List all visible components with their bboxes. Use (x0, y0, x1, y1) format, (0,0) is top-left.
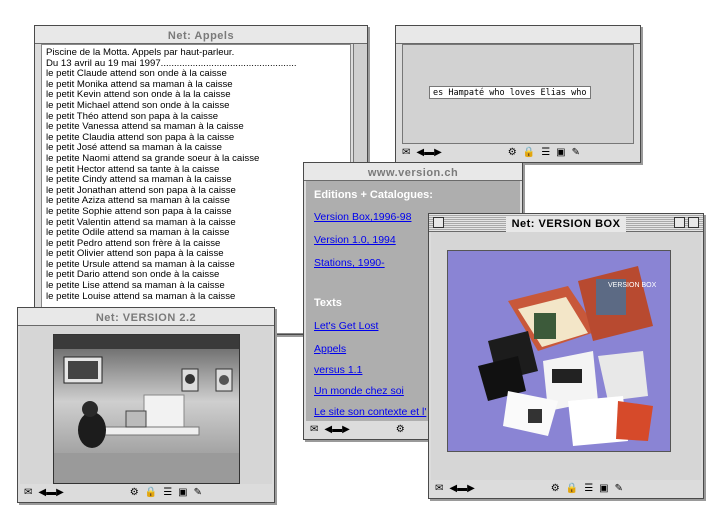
link-versus[interactable]: versus 1.1 (314, 364, 362, 376)
versionbox-window[interactable]: Net: VERSION BOX VERSION BOX ✉ ◀▬▶ ⚙ 🔒 ☰ ▣ ✎ (428, 213, 704, 499)
marquee-text: es Hampaté who loves Elias who (429, 86, 591, 99)
bookmark-icon[interactable]: ▣ (556, 147, 565, 158)
version22-titlebar[interactable]: Net: VERSION 2.2 (18, 308, 274, 326)
edit-icon[interactable]: ✎ (615, 483, 623, 494)
appels-header-line: Piscine de la Motta. Appels par haut-par… (46, 47, 235, 58)
appels-lines: le petit Claude attend son onde à la cai… (46, 69, 342, 302)
link-lets-get-lost[interactable]: Let's Get Lost (314, 320, 378, 332)
security-icon[interactable]: 🔒 (523, 147, 535, 158)
editions-heading: Editions + Catalogues: (314, 189, 433, 201)
edit-icon[interactable]: ✎ (194, 487, 202, 498)
appels-line: le petit Michael attend son onde à la ca… (46, 99, 230, 111)
network-icon[interactable]: ⚙ (508, 147, 517, 158)
mail-icon[interactable]: ✉ (24, 487, 32, 498)
gallery-photo-image (54, 335, 239, 483)
mail-icon[interactable]: ✉ (310, 424, 318, 435)
bookmark-icon[interactable]: ▣ (599, 483, 608, 494)
zoom-box-icon[interactable] (674, 217, 685, 228)
edit-icon[interactable]: ✎ (572, 147, 580, 158)
connection-icon: ◀▬▶ (449, 483, 475, 494)
versionbox-title: Net: VERSION BOX (505, 216, 627, 233)
marquee-window[interactable]: es Hampaté who loves Elias who ✉ ◀▬▶ ⚙ 🔒 ☰ ▣ ✎ (395, 25, 641, 163)
texts-heading: Texts (314, 297, 342, 309)
security-icon[interactable]: 🔒 (566, 483, 578, 494)
mail-icon[interactable]: ✉ (402, 147, 410, 158)
version22-title: Net: VERSION 2.2 (95, 312, 197, 324)
appels-title: Net: Appels (167, 30, 235, 42)
box-photo-image: VERSION BOX (448, 251, 670, 451)
version-ch-title: www.version.ch (367, 167, 459, 179)
gallery-photo (53, 334, 240, 484)
connection-icon: ◀▬▶ (324, 424, 350, 435)
link-le-site[interactable]: Le site son contexte et l' (314, 406, 426, 418)
news-icon[interactable]: ☰ (584, 483, 593, 494)
network-icon[interactable]: ⚙ (396, 424, 405, 435)
link-version-box[interactable]: Version Box,1996-98 (314, 211, 411, 223)
box-lid-label: VERSION BOX (608, 282, 657, 289)
appels-line: le petite Sophie attend son papa à la ca… (46, 205, 232, 217)
appels-text: Piscine de la Motta. Appels par haut-par… (46, 47, 342, 302)
connection-icon: ◀▬▶ (38, 487, 64, 498)
close-box-icon[interactable] (433, 217, 444, 228)
appels-line: le petite Naomi attend sa grande soeur à… (46, 152, 260, 164)
news-icon[interactable]: ☰ (541, 147, 550, 158)
link-stations[interactable]: Stations, 1990- (314, 257, 385, 269)
versionbox-titlebar[interactable]: Net: VERSION BOX (429, 214, 703, 233)
box-photo: VERSION BOX (447, 250, 671, 452)
link-un-monde[interactable]: Un monde chez soi (314, 385, 404, 397)
bookmark-icon[interactable]: ▣ (178, 487, 187, 498)
connection-icon: ◀▬▶ (416, 147, 442, 158)
version-ch-titlebar[interactable]: www.version.ch (304, 163, 522, 181)
network-icon[interactable]: ⚙ (551, 483, 560, 494)
versionbox-statusbar: ✉ ◀▬▶ ⚙ 🔒 ☰ ▣ ✎ (435, 482, 697, 496)
news-icon[interactable]: ☰ (163, 487, 172, 498)
link-appels[interactable]: Appels (314, 343, 346, 355)
appels-titlebar[interactable]: Net: Appels (35, 26, 367, 44)
link-version-1-0[interactable]: Version 1.0, 1994 (314, 234, 396, 246)
collapse-box-icon[interactable] (688, 217, 699, 228)
security-icon[interactable]: 🔒 (145, 487, 157, 498)
network-icon[interactable]: ⚙ (130, 487, 139, 498)
marquee-statusbar: ✉ ◀▬▶ ⚙ 🔒 ☰ ▣ ✎ (402, 146, 634, 160)
appels-line: le petite Louise attend sa maman à la ca… (46, 290, 236, 302)
marquee-titlebar[interactable] (396, 26, 640, 44)
version22-statusbar: ✉ ◀▬▶ ⚙ 🔒 ☰ ▣ ✎ (24, 486, 268, 500)
version22-window[interactable]: Net: VERSION 2.2 ✉ ◀▬▶ ⚙ 🔒 ☰ ▣ ✎ (17, 307, 275, 503)
mail-icon[interactable]: ✉ (435, 483, 443, 494)
